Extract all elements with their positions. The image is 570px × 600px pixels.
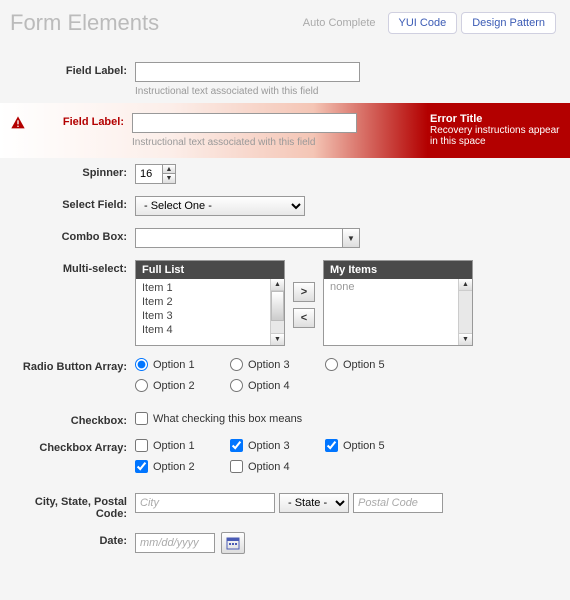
scroll-down-button[interactable]: ▼ bbox=[459, 333, 472, 345]
spinner-label: Spinner: bbox=[10, 164, 135, 179]
select-field[interactable]: - Select One - bbox=[135, 196, 305, 216]
radio-option-4[interactable]: Option 4 bbox=[230, 379, 325, 392]
scroll-up-button[interactable]: ▲ bbox=[459, 279, 472, 291]
checkbox-single[interactable]: What checking this box means bbox=[135, 412, 560, 425]
field-error-input[interactable] bbox=[132, 113, 357, 133]
radio-row: Radio Button Array: Option 1 Option 3 Op… bbox=[0, 352, 570, 406]
list-item[interactable]: Item 4 bbox=[136, 323, 284, 337]
postal-input[interactable] bbox=[353, 493, 443, 513]
combo-row: Combo Box: ▼ bbox=[0, 222, 570, 254]
auto-complete-label: Auto Complete bbox=[303, 17, 376, 29]
city-input[interactable] bbox=[135, 493, 275, 513]
spinner-row: Spinner: ▲ ▼ bbox=[0, 158, 570, 190]
scrollbar[interactable]: ▲ ▼ bbox=[270, 279, 284, 345]
my-items-header: My Items bbox=[324, 261, 472, 279]
select-label: Select Field: bbox=[10, 196, 135, 211]
field-error-row: Field Label: Instructional text associat… bbox=[0, 103, 570, 158]
date-input[interactable] bbox=[135, 533, 215, 553]
check-option-3[interactable]: Option 3 bbox=[230, 439, 325, 452]
scroll-down-button[interactable]: ▼ bbox=[271, 333, 284, 345]
list-item[interactable]: Item 3 bbox=[136, 309, 284, 323]
csz-label: City, State, Postal Code: bbox=[10, 493, 135, 520]
field-hint: Instructional text associated with this … bbox=[135, 86, 560, 97]
move-right-button[interactable]: > bbox=[293, 282, 315, 302]
scroll-thumb[interactable] bbox=[271, 291, 284, 321]
full-list-box: Full List Item 1 Item 2 Item 3 Item 4 ▲ … bbox=[135, 260, 285, 346]
error-title: Error Title bbox=[430, 113, 560, 125]
page-title: Form Elements bbox=[10, 10, 303, 36]
checkbox-array-label: Checkbox Array: bbox=[10, 439, 135, 454]
check-option-2[interactable]: Option 2 bbox=[135, 460, 230, 473]
field-label: Field Label: bbox=[10, 62, 135, 77]
header: Form Elements Auto Complete YUI Code Des… bbox=[0, 0, 570, 56]
csz-row: City, State, Postal Code: - State - bbox=[0, 487, 570, 526]
check-option-1[interactable]: Option 1 bbox=[135, 439, 230, 452]
list-item[interactable]: Item 2 bbox=[136, 295, 284, 309]
list-item[interactable]: Item 1 bbox=[136, 281, 284, 295]
checkbox-label: Checkbox: bbox=[10, 412, 135, 427]
design-pattern-button[interactable]: Design Pattern bbox=[461, 12, 556, 34]
combo-dropdown-button[interactable]: ▼ bbox=[342, 228, 360, 248]
warning-icon bbox=[10, 115, 26, 131]
checkbox-array-row: Checkbox Array: Option 1 Option 3 Option… bbox=[0, 433, 570, 487]
checkbox-row: Checkbox: What checking this box means bbox=[0, 406, 570, 433]
check-option-4[interactable]: Option 4 bbox=[230, 460, 325, 473]
select-row: Select Field: - Select One - bbox=[0, 190, 570, 222]
spinner-up-button[interactable]: ▲ bbox=[163, 165, 175, 174]
my-items-box: My Items none ▲ ▼ bbox=[323, 260, 473, 346]
radio-label: Radio Button Array: bbox=[10, 358, 135, 373]
multiselect-label: Multi-select: bbox=[10, 260, 135, 275]
full-list-header: Full List bbox=[136, 261, 284, 279]
radio-option-1[interactable]: Option 1 bbox=[135, 358, 230, 371]
combo-input[interactable] bbox=[135, 228, 342, 248]
radio-option-3[interactable]: Option 3 bbox=[230, 358, 325, 371]
field-error-hint: Instructional text associated with this … bbox=[132, 137, 420, 148]
my-items-none: none bbox=[324, 279, 472, 295]
error-message-box: Error Title Recovery instructions appear… bbox=[420, 113, 560, 147]
error-message: Recovery instructions appear in this spa… bbox=[430, 125, 560, 147]
move-left-button[interactable]: < bbox=[293, 308, 315, 328]
field-label-row: Field Label: Instructional text associat… bbox=[0, 56, 570, 103]
date-label: Date: bbox=[10, 532, 135, 547]
scrollbar[interactable]: ▲ ▼ bbox=[458, 279, 472, 345]
yui-code-button[interactable]: YUI Code bbox=[388, 12, 458, 34]
state-select[interactable]: - State - bbox=[279, 493, 349, 513]
calendar-icon bbox=[226, 536, 240, 550]
spinner-input[interactable] bbox=[135, 164, 163, 184]
multiselect-row: Multi-select: Full List Item 1 Item 2 It… bbox=[0, 254, 570, 352]
combo-label: Combo Box: bbox=[10, 228, 135, 243]
calendar-button[interactable] bbox=[221, 532, 245, 554]
spinner-down-button[interactable]: ▼ bbox=[163, 174, 175, 183]
field-error-label: Field Label: bbox=[32, 113, 132, 128]
date-row: Date: bbox=[0, 526, 570, 560]
scroll-up-button[interactable]: ▲ bbox=[271, 279, 284, 291]
radio-option-2[interactable]: Option 2 bbox=[135, 379, 230, 392]
field-label-input[interactable] bbox=[135, 62, 360, 82]
check-option-5[interactable]: Option 5 bbox=[325, 439, 420, 452]
radio-option-5[interactable]: Option 5 bbox=[325, 358, 420, 371]
